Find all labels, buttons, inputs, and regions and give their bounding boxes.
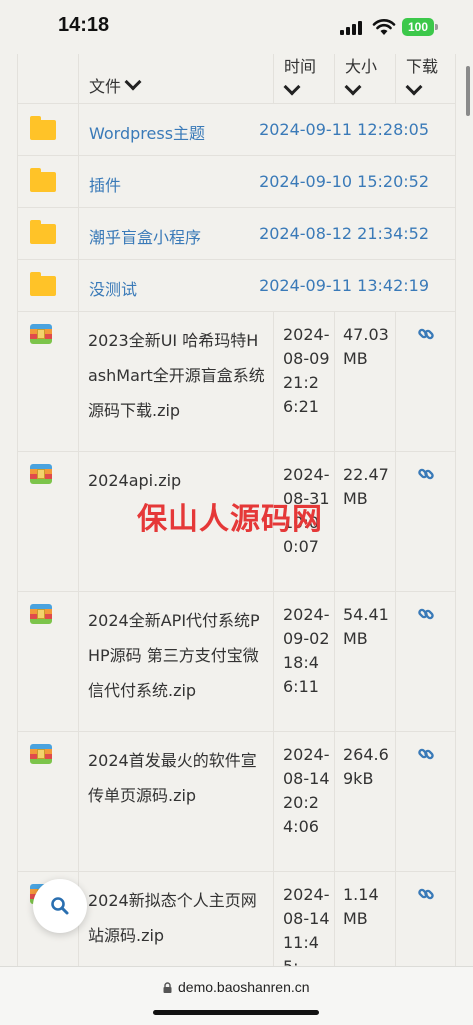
folder-icon-cell xyxy=(17,103,79,156)
chevron-down-icon xyxy=(283,78,301,96)
download-cell xyxy=(395,451,456,592)
header-icon-cell xyxy=(17,52,79,104)
lock-icon xyxy=(163,982,172,993)
folder-time: 2024-08-12 21:34:52 xyxy=(259,224,429,243)
folder-icon xyxy=(30,220,56,244)
file-name: 2023全新UI 哈希玛特HashMart全开源盲盒系统源码下载.zip xyxy=(88,331,265,420)
folder-row[interactable]: Wordpress主题 2024-09-11 12:28:05 xyxy=(17,103,456,156)
zip-file-icon xyxy=(30,744,52,764)
file-row: 2024首发最火的软件宣传单页源码.zip 2024-08-14 20:24:0… xyxy=(17,731,456,872)
folder-row[interactable]: 没测试 2024-09-11 13:42:19 xyxy=(17,259,456,312)
file-name-cell: 2024首发最火的软件宣传单页源码.zip xyxy=(78,731,274,872)
url-text[interactable]: demo.baoshanren.cn xyxy=(178,979,310,995)
file-time: 2024-08-09 21:26:21 xyxy=(283,325,330,416)
battery-icon: 100 xyxy=(402,18,434,36)
download-link-icon[interactable] xyxy=(418,886,434,902)
header-size-label: 大小 xyxy=(345,57,378,76)
folder-link[interactable]: 潮乎盲盒小程序 2024-08-12 21:34:52 xyxy=(78,207,456,260)
file-size: 47.03MB xyxy=(343,325,389,368)
file-size-cell: 47.03MB xyxy=(334,311,396,452)
cellular-signal-icon xyxy=(340,21,366,35)
header-name-label: 文件 xyxy=(89,77,122,96)
sort-by-time-header[interactable]: 时间 xyxy=(273,52,335,104)
header-download-label: 下载 xyxy=(406,57,439,76)
folder-icon-cell xyxy=(17,207,79,260)
zip-icon-cell xyxy=(17,591,79,732)
download-link-icon[interactable] xyxy=(418,746,434,762)
download-cell xyxy=(395,731,456,872)
file-name: 2024全新API代付系统PHP源码 第三方支付宝微信代付系统.zip xyxy=(88,611,260,700)
battery-tip xyxy=(435,24,438,30)
folder-icon xyxy=(30,272,56,296)
zip-icon-cell xyxy=(17,451,79,592)
zip-icon-cell xyxy=(17,731,79,872)
folder-row[interactable]: 插件 2024-09-10 15:20:52 xyxy=(17,155,456,208)
browser-url-bar[interactable]: demo.baoshanren.cn xyxy=(0,966,473,1025)
file-name-cell: 2023全新UI 哈希玛特HashMart全开源盲盒系统源码下载.zip xyxy=(78,311,274,452)
file-size: 264.69kB xyxy=(343,745,389,788)
zip-file-icon xyxy=(30,464,52,484)
download-link-icon[interactable] xyxy=(418,326,434,342)
folder-link[interactable]: 插件 2024-09-10 15:20:52 xyxy=(78,155,456,208)
download-cell xyxy=(395,311,456,452)
file-time-cell: 2024-09-02 18:46:11 xyxy=(273,591,335,732)
zip-file-icon xyxy=(30,604,52,624)
status-bar: 14:18 100 xyxy=(0,0,473,54)
folder-row[interactable]: 潮乎盲盒小程序 2024-08-12 21:34:52 xyxy=(17,207,456,260)
file-size-cell: 264.69kB xyxy=(334,731,396,872)
home-indicator[interactable] xyxy=(153,1010,319,1015)
folder-time: 2024-09-11 12:28:05 xyxy=(259,120,429,139)
zip-file-icon xyxy=(30,324,52,344)
file-name-cell: 2024全新API代付系统PHP源码 第三方支付宝微信代付系统.zip xyxy=(78,591,274,732)
file-size: 22.47MB xyxy=(343,465,389,508)
folder-time: 2024-09-10 15:20:52 xyxy=(259,172,429,191)
folder-link[interactable]: Wordpress主题 2024-09-11 12:28:05 xyxy=(78,103,456,156)
file-size: 54.41MB xyxy=(343,605,389,648)
file-name: 2024api.zip xyxy=(88,471,182,490)
sort-by-size-header[interactable]: 大小 xyxy=(334,52,396,104)
search-button[interactable] xyxy=(33,879,87,933)
wifi-icon xyxy=(372,19,396,35)
status-time: 14:18 xyxy=(58,14,110,36)
zip-icon-cell xyxy=(17,311,79,452)
file-time-cell: 2024-08-14 20:24:06 xyxy=(273,731,335,872)
folder-name[interactable]: 潮乎盲盒小程序 xyxy=(89,224,201,248)
chevron-down-icon xyxy=(344,78,362,96)
watermark-text: 保山人源码网 xyxy=(137,502,323,537)
file-size: 1.14MB xyxy=(343,885,379,928)
folder-icon-cell xyxy=(17,259,79,312)
file-time-cell: 2024-08-09 21:26:21 xyxy=(273,311,335,452)
file-time: 2024-08-14 20:24:06 xyxy=(283,745,330,836)
folder-time: 2024-09-11 13:42:19 xyxy=(259,276,429,295)
file-time: 2024-08-14 11:45: xyxy=(283,885,330,976)
file-name: 2024新拟态个人主页网站源码.zip xyxy=(88,891,257,945)
file-row: 2023全新UI 哈希玛特HashMart全开源盲盒系统源码下载.zip 202… xyxy=(17,311,456,452)
folder-icon xyxy=(30,168,56,192)
folder-icon xyxy=(30,116,56,140)
folder-link[interactable]: 没测试 2024-09-11 13:42:19 xyxy=(78,259,456,312)
sort-by-download-header[interactable]: 下载 xyxy=(395,52,456,104)
file-name: 2024首发最火的软件宣传单页源码.zip xyxy=(88,751,257,805)
scrollbar[interactable] xyxy=(466,66,470,116)
folder-name[interactable]: 插件 xyxy=(89,172,121,196)
sort-by-name-header[interactable]: 文件 xyxy=(78,52,274,104)
folder-icon-cell xyxy=(17,155,79,208)
download-link-icon[interactable] xyxy=(418,466,434,482)
table-header-row: 文件 时间 大小 下载 xyxy=(17,52,456,104)
chevron-down-icon xyxy=(405,78,423,96)
download-cell xyxy=(395,591,456,732)
file-time: 2024-09-02 18:46:11 xyxy=(283,605,330,696)
file-size-cell: 54.41MB xyxy=(334,591,396,732)
folder-name[interactable]: 没测试 xyxy=(89,276,137,300)
search-icon xyxy=(51,897,69,915)
header-time-label: 时间 xyxy=(284,57,317,76)
folder-name[interactable]: Wordpress主题 xyxy=(89,120,205,144)
file-row: 2024全新API代付系统PHP源码 第三方支付宝微信代付系统.zip 2024… xyxy=(17,591,456,732)
download-link-icon[interactable] xyxy=(418,606,434,622)
file-size-cell: 22.47MB xyxy=(334,451,396,592)
chevron-down-icon xyxy=(124,73,142,91)
